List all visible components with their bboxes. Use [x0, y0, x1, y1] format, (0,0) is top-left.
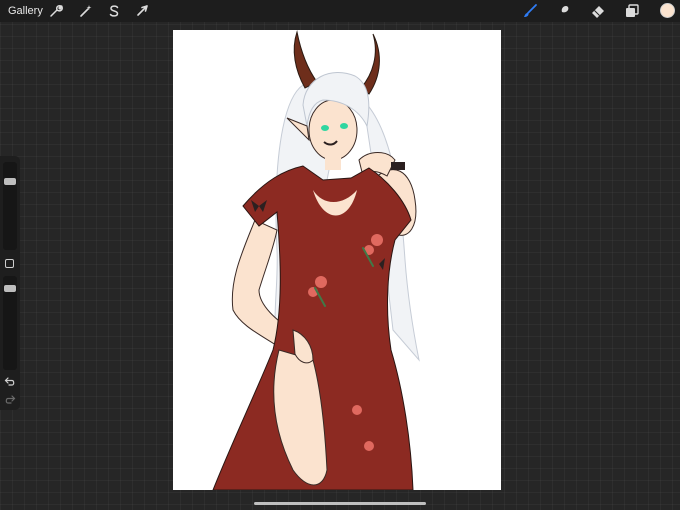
- top-toolbar: Gallery: [0, 0, 680, 22]
- brush-icon[interactable]: [522, 3, 538, 19]
- modify-button[interactable]: [5, 259, 14, 268]
- home-indicator: [254, 502, 426, 505]
- smudge-icon[interactable]: [556, 3, 572, 19]
- opacity-handle[interactable]: [4, 285, 16, 292]
- eraser-icon[interactable]: [590, 3, 606, 19]
- left-sidebar: [0, 156, 20, 410]
- selection-s-icon[interactable]: [106, 3, 122, 19]
- arrow-cursor-icon[interactable]: [134, 3, 150, 19]
- undo-icon[interactable]: [4, 376, 16, 388]
- gallery-button[interactable]: Gallery: [8, 4, 43, 18]
- color-picker-swatch[interactable]: [660, 3, 675, 18]
- drawing-canvas[interactable]: [173, 30, 501, 490]
- brush-size-handle[interactable]: [4, 178, 16, 185]
- wrench-icon[interactable]: [48, 3, 64, 19]
- opacity-slider[interactable]: [3, 276, 17, 370]
- artwork: [212, 30, 420, 490]
- layers-icon[interactable]: [624, 3, 640, 19]
- brush-size-slider[interactable]: [3, 162, 17, 250]
- magic-wand-icon[interactable]: [78, 3, 94, 19]
- redo-icon[interactable]: [4, 394, 16, 406]
- procreate-app: Gallery: [0, 0, 680, 510]
